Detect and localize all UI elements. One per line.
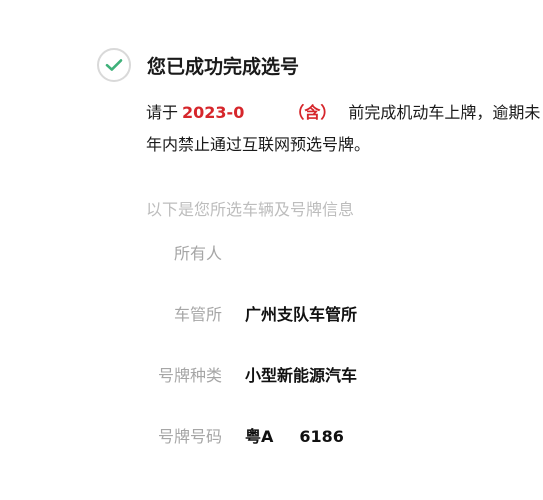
owner-label: 所有人 [173, 244, 222, 263]
plate-digits: 6186 [299, 427, 344, 446]
notice-line1-rest: 前完成机动车上牌，逾期未 [348, 103, 541, 122]
plate-number-value: 粤A 6186 [245, 423, 344, 447]
info-row-office: 车管所 广州支队车管所 [0, 298, 543, 328]
plate-type-label: 号牌种类 [157, 366, 222, 385]
plate-type-value: 小型新能源汽车 [245, 366, 358, 385]
office-label: 车管所 [173, 305, 222, 324]
plate-number-label: 号牌号码 [157, 427, 222, 446]
deadline-notice: 请于 2023-0 （含） 前完成机动车上牌，逾期未 年内禁止通过互联网预选号牌。 [146, 97, 543, 161]
check-icon [105, 59, 123, 71]
info-row-plate-number: 号牌号码 粤A 6186 [0, 420, 543, 450]
office-value: 广州支队车管所 [245, 305, 358, 324]
notice-prefix: 请于 [146, 103, 179, 122]
notice-line-2: 年内禁止通过互联网预选号牌。 [146, 135, 371, 154]
success-header: 您已成功完成选号 [97, 48, 299, 82]
section-title: 以下是您所选车辆及号牌信息 [146, 200, 355, 219]
notice-line-1: 请于 2023-0 （含） 前完成机动车上牌，逾期未 [146, 97, 543, 129]
deadline-inclusive: （含） [288, 103, 337, 122]
plate-prefix: 粤A [245, 427, 274, 446]
success-title: 您已成功完成选号 [147, 55, 300, 78]
check-circle-icon [97, 48, 131, 82]
deadline-date: 2023-0 [182, 103, 245, 122]
info-row-owner: 所有人 [0, 237, 543, 267]
info-row-plate-type: 号牌种类 小型新能源汽车 [0, 359, 543, 389]
selection-result-page: 您已成功完成选号 请于 2023-0 （含） 前完成机动车上牌，逾期未 年内禁止通过互… [0, 0, 543, 500]
